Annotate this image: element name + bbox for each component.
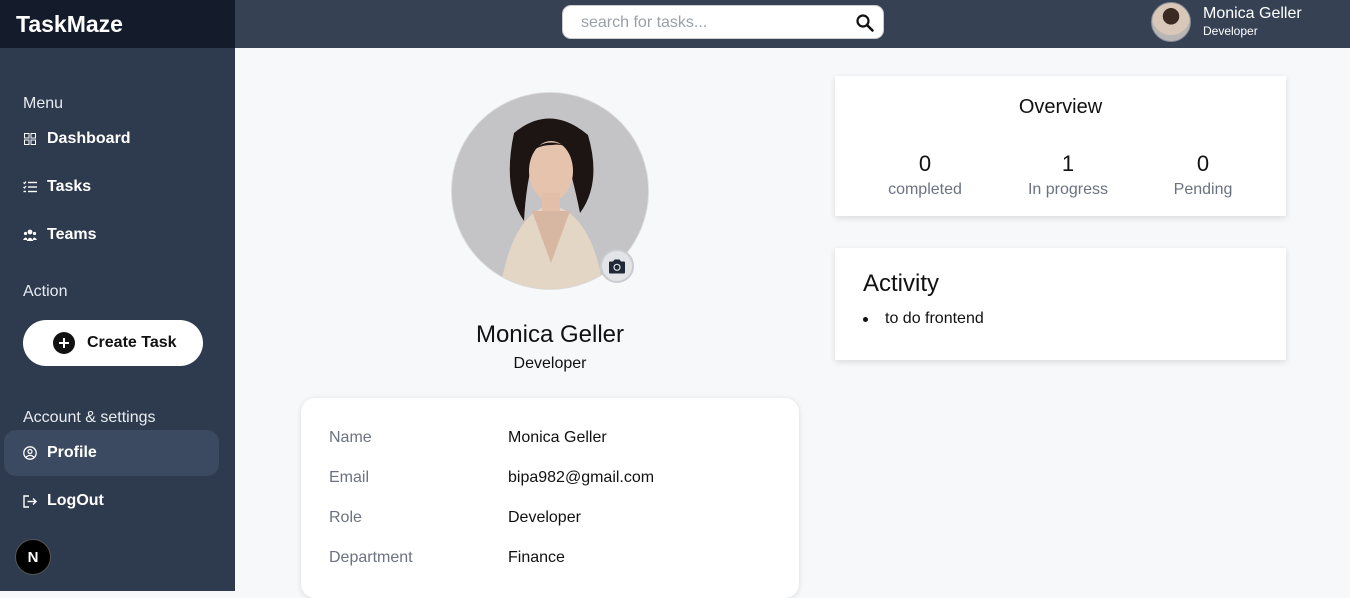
- user-circle-icon: [23, 446, 37, 460]
- sidebar-item-label: LogOut: [47, 492, 104, 509]
- create-task-label: Create Task: [87, 334, 177, 351]
- stat-value: 0: [918, 151, 932, 176]
- plus-icon: [53, 332, 75, 354]
- search-input[interactable]: [579, 12, 843, 34]
- header-user-name: Monica Geller: [1203, 5, 1302, 22]
- detail-label: Role: [329, 509, 362, 526]
- activity-card: Activity to do frontend: [835, 248, 1286, 360]
- activity-title: Activity: [863, 270, 940, 297]
- action-section-label: Action: [23, 283, 68, 300]
- sidebar-item-logout[interactable]: LogOut: [4, 478, 219, 524]
- dev-tools-badge[interactable]: N: [15, 539, 51, 575]
- profile-name: Monica Geller: [475, 321, 625, 348]
- stat-value: 0: [1196, 151, 1210, 176]
- detail-label: Name: [329, 429, 372, 446]
- user-menu[interactable]: Monica Geller Developer: [1151, 2, 1341, 44]
- stat-value: 1: [1061, 151, 1075, 176]
- overview-title: Overview: [1018, 96, 1103, 118]
- stat-label: In progress: [1027, 181, 1109, 198]
- detail-value: Finance: [508, 549, 565, 566]
- profile-details-card: Name Monica Geller Email bipa982@gmail.c…: [301, 398, 799, 598]
- detail-row-name: Name Monica Geller: [329, 429, 789, 449]
- detail-row-role: Role Developer: [329, 509, 789, 529]
- sidebar-item-label: Tasks: [47, 178, 92, 195]
- sidebar-item-tasks[interactable]: Tasks: [4, 164, 219, 210]
- sidebar-item-teams[interactable]: Teams: [4, 212, 219, 258]
- account-section-label: Account & settings: [23, 409, 156, 426]
- detail-value: Developer: [508, 509, 581, 526]
- detail-row-department: Department Finance: [329, 549, 789, 569]
- stat-label: completed: [888, 181, 962, 198]
- brand-bar: TaskMaze: [0, 0, 235, 48]
- menu-section-label: Menu: [23, 95, 64, 112]
- users-icon: [23, 228, 37, 242]
- sidebar-item-label: Dashboard: [47, 130, 131, 147]
- sidebar-item-label: Teams: [47, 226, 97, 243]
- app-logo-text[interactable]: TaskMaze: [16, 11, 123, 38]
- detail-label: Department: [329, 549, 413, 566]
- camera-icon[interactable]: [600, 249, 634, 283]
- sidebar-item-dashboard[interactable]: Dashboard: [4, 116, 219, 162]
- profile-role: Developer: [513, 355, 587, 372]
- stat-pending: 0 Pending: [1133, 151, 1273, 199]
- sidebar: TaskMaze Menu Dashboard Tasks Teams Acti…: [0, 0, 235, 591]
- top-header: Monica Geller Developer: [235, 0, 1350, 48]
- header-user-role: Developer: [1203, 24, 1258, 38]
- sidebar-item-label: Profile: [47, 444, 97, 461]
- detail-label: Email: [329, 469, 370, 486]
- bullet-icon: [863, 317, 868, 322]
- stat-completed: 0 completed: [855, 151, 995, 199]
- stat-in-progress: 1 In progress: [998, 151, 1138, 199]
- detail-value: Monica Geller: [508, 429, 607, 446]
- overview-card: Overview 0 completed 1 In progress 0 Pen…: [835, 76, 1286, 216]
- list-check-icon: [23, 180, 37, 194]
- logout-icon: [23, 494, 37, 508]
- list-item: to do frontend: [863, 310, 984, 328]
- detail-value: bipa982@gmail.com: [508, 469, 655, 486]
- search-box[interactable]: [562, 5, 884, 39]
- sidebar-item-profile[interactable]: Profile: [4, 430, 219, 476]
- activity-list: to do frontend: [863, 310, 984, 328]
- activity-text: to do frontend: [885, 310, 984, 327]
- create-task-button[interactable]: Create Task: [23, 320, 203, 366]
- detail-row-email: Email bipa982@gmail.com: [329, 469, 789, 489]
- avatar[interactable]: [1151, 2, 1191, 42]
- search-icon[interactable]: [855, 13, 875, 33]
- stat-label: Pending: [1173, 181, 1233, 198]
- grid-icon: [23, 132, 37, 146]
